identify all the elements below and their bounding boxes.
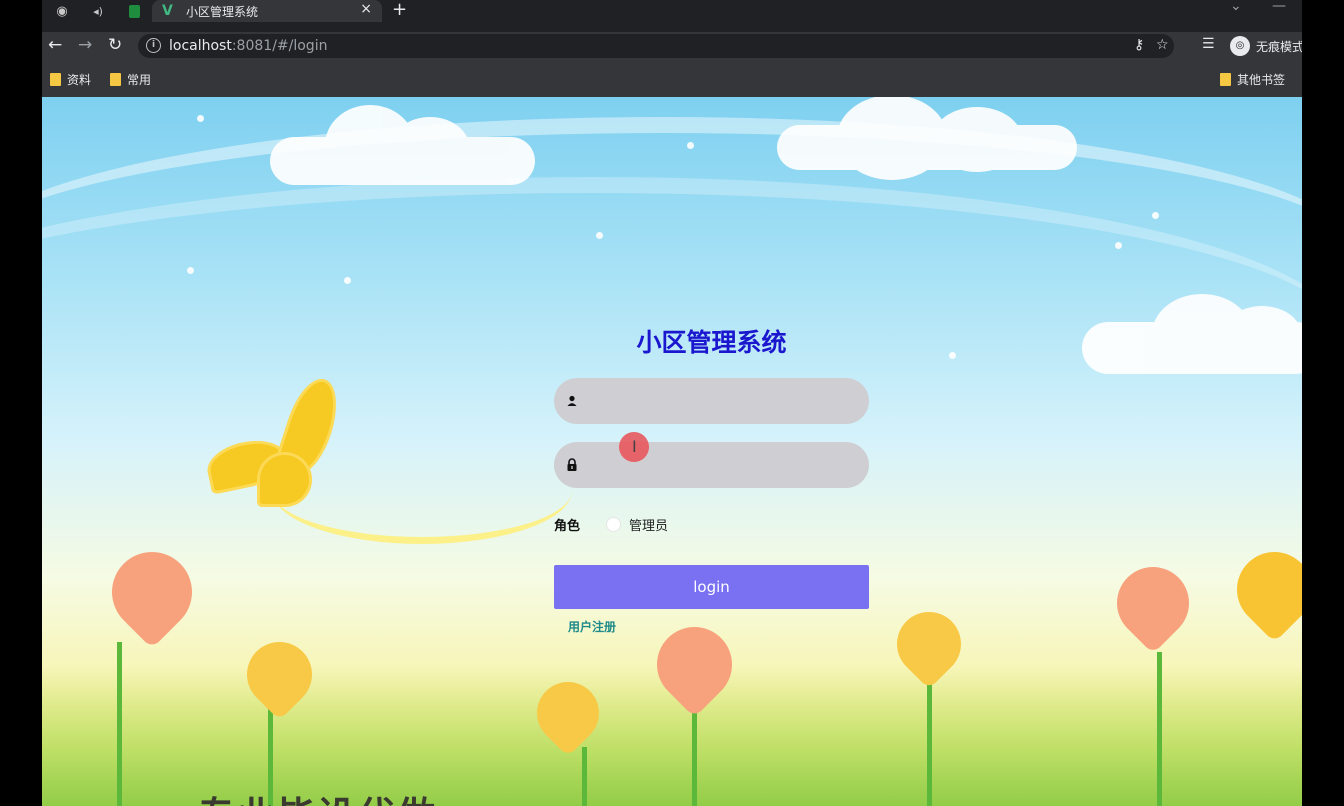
reload-icon[interactable]: ↻ [108,35,122,55]
sparkle [949,352,956,359]
password-key-icon[interactable]: ⚷ [1134,37,1144,53]
flower-stem [692,707,697,806]
sparkle [187,267,194,274]
sparkle [596,232,603,239]
url-path: :8081/#/login [231,38,328,54]
folder-icon [110,73,121,86]
login-button[interactable]: login [554,565,869,609]
sparkle [1115,242,1122,249]
url-host: localhost [169,38,232,54]
cloud [270,105,535,185]
browser-window: ◉ ◂) V 小区管理系统 × + ⌄ — ← → ↻ i localhost:… [42,0,1302,806]
new-tab-button[interactable]: + [392,0,407,20]
bookmark-folder-ziliao[interactable]: 资料 [50,71,91,88]
audio-tab-speaker-icon[interactable]: ◂) [88,0,108,22]
role-option-admin[interactable]: 管理员 [629,515,668,534]
pinned-tab-globe-icon[interactable]: ◉ [52,0,72,22]
tab-search-icon[interactable]: ⌄ [1230,0,1242,14]
reading-list-icon[interactable]: ☰ [1202,36,1215,52]
bookmarks-bar: 资料 常用 其他书签 [42,60,1302,97]
minimize-icon[interactable]: — [1272,0,1286,14]
address-bar[interactable]: i localhost:8081/#/login ⚷ ☆ [138,34,1174,58]
register-link[interactable]: 用户注册 [568,618,616,635]
sparkle [687,142,694,149]
screen-edge-right [1302,0,1344,806]
bookmark-label: 其他书签 [1237,73,1286,87]
butterfly-wing [257,452,312,507]
text-cursor-icon: I [632,437,637,456]
bookmark-folder-other[interactable]: 其他书签 [1220,71,1285,88]
flower-stem [1157,652,1162,806]
username-input[interactable] [588,378,862,426]
tab-title: 小区管理系统 [186,5,259,19]
username-field[interactable] [554,378,869,426]
role-radio-admin[interactable] [606,517,621,532]
lock-icon [567,458,577,471]
user-icon [567,395,577,406]
incognito-icon[interactable]: ◎ [1230,36,1250,56]
incognito-label: 无痕模式 [1256,40,1302,54]
login-title: 小区管理系统 [636,328,787,357]
login-page: 专业毕设代做 小区管理系统 角色 管理员 login 用户注册 [42,97,1302,806]
flower-stem [117,642,122,806]
folder-icon [1220,73,1231,86]
browser-toolbar: ← → ↻ i localhost:8081/#/login ⚷ ☆ ☰ ◎ 无… [42,32,1302,60]
tab-close-icon[interactable]: × [360,1,372,17]
cloud [777,97,1077,180]
flower-stem [582,747,587,806]
sparkle [344,277,351,284]
back-icon[interactable]: ← [48,35,62,55]
bookmark-label: 资料 [67,73,92,87]
sparkle [197,115,204,122]
vue-favicon-icon: V [162,3,173,19]
heart-flower [1102,552,1204,654]
cloud [1082,294,1302,374]
forward-icon[interactable]: → [78,35,92,55]
sparkle [1152,212,1159,219]
folder-icon [50,73,61,86]
background-slogan: 专业毕设代做 [197,785,437,806]
heart-flower [1221,536,1302,643]
site-info-icon[interactable]: i [146,38,161,53]
role-row: 角色 管理员 [554,515,668,534]
pinned-tab-sheet-icon[interactable] [124,0,144,22]
bookmark-folder-changyong[interactable]: 常用 [110,71,151,88]
bookmark-label: 常用 [127,73,152,87]
screen-edge-left [0,0,42,806]
tab-strip: ◉ ◂) V 小区管理系统 × + ⌄ — [42,0,1302,32]
flower-stem [927,682,932,806]
tab-active[interactable]: V 小区管理系统 × [152,0,382,22]
password-field[interactable] [554,442,869,490]
role-label: 角色 [554,519,581,534]
heart-flower [95,535,209,649]
url-text[interactable]: localhost:8081/#/login [169,38,327,54]
bookmark-star-icon[interactable]: ☆ [1156,37,1169,53]
